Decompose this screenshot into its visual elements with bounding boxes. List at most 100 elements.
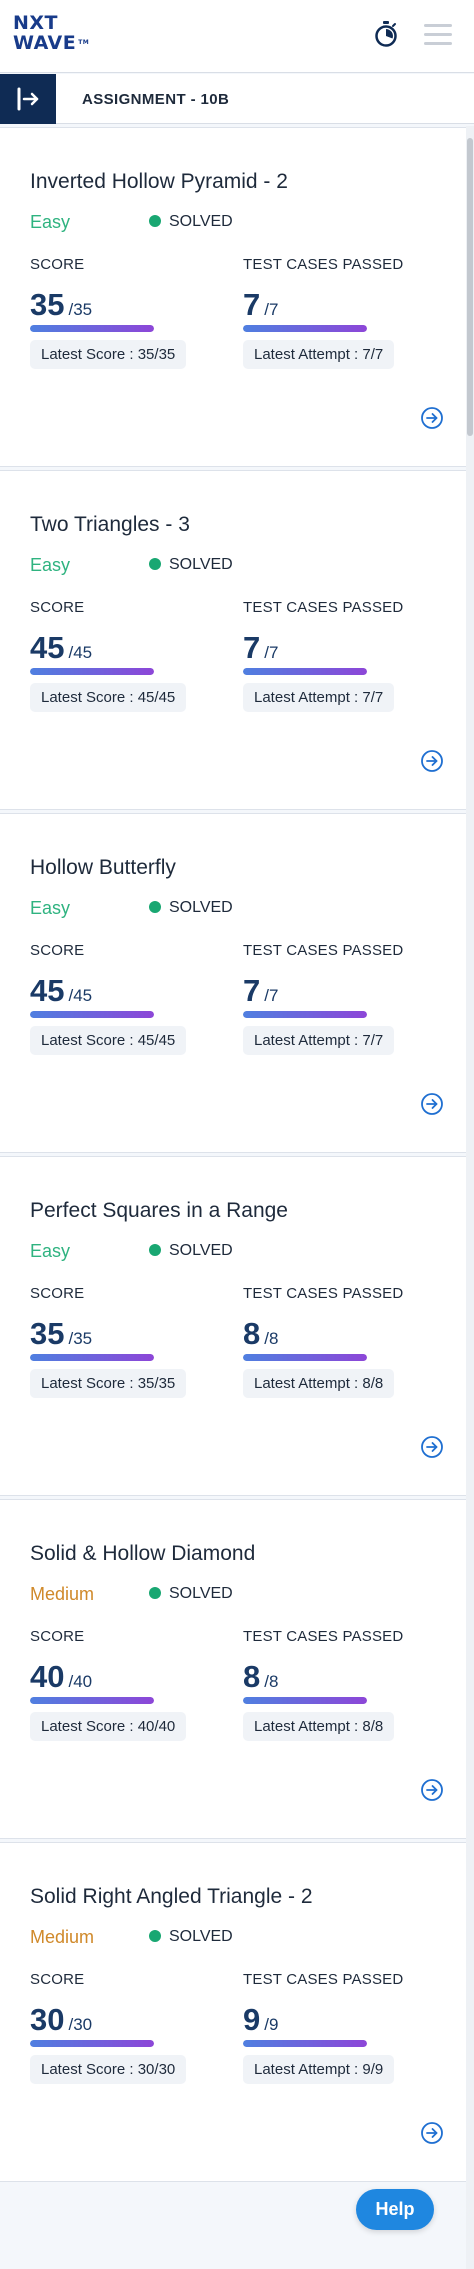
tests-total: /7 xyxy=(264,643,279,662)
problem-title[interactable]: Perfect Squares in a Range xyxy=(30,1199,288,1223)
tests-label: TEST CASES PASSED xyxy=(243,599,404,616)
latest-score-chip: Latest Score : 30/30 xyxy=(30,2055,187,2084)
solved-dot-icon xyxy=(149,558,161,570)
tests-total: /8 xyxy=(264,1672,279,1691)
latest-score-chip: Latest Score : 45/45 xyxy=(30,1026,187,1055)
problem-card[interactable]: Perfect Squares in a Range Easy SOLVED S… xyxy=(0,1156,466,1496)
help-button[interactable]: Help xyxy=(356,2189,434,2230)
tests-progress-bar xyxy=(243,325,367,332)
status-badge: SOLVED xyxy=(149,899,233,917)
tests-progress-fill xyxy=(243,325,367,332)
status-text: SOLVED xyxy=(169,556,233,573)
problem-title[interactable]: Solid & Hollow Diamond xyxy=(30,1542,255,1566)
problem-title[interactable]: Two Triangles - 3 xyxy=(30,513,190,537)
solved-dot-icon xyxy=(149,1244,161,1256)
hamburger-menu-icon[interactable] xyxy=(424,24,452,46)
score-section: SCORE 45/45 Latest Score : 45/45 xyxy=(30,599,230,712)
score-label: SCORE xyxy=(30,1628,85,1645)
problem-title[interactable]: Hollow Butterfly xyxy=(30,856,176,880)
status-text: SOLVED xyxy=(169,1928,233,1945)
score-section: SCORE 35/35 Latest Score : 35/35 xyxy=(30,256,230,369)
score-total: /30 xyxy=(68,2015,93,2034)
tests-label: TEST CASES PASSED xyxy=(243,1971,404,1988)
latest-score-chip: Latest Score : 40/40 xyxy=(30,1712,187,1741)
arrow-right-circle-icon[interactable] xyxy=(420,406,444,430)
status-badge: SOLVED xyxy=(149,1585,233,1603)
tests-section: TEST CASES PASSED 9/9 Latest Attempt : 9… xyxy=(243,1971,443,2084)
score-total: /45 xyxy=(68,643,93,662)
latest-attempt-chip: Latest Attempt : 7/7 xyxy=(243,683,395,712)
problem-card[interactable]: Hollow Butterfly Easy SOLVED SCORE 45/45… xyxy=(0,813,466,1153)
tests-value: 7 xyxy=(243,973,261,1008)
score-total: /45 xyxy=(68,986,93,1005)
latest-score-chip: Latest Score : 45/45 xyxy=(30,683,187,712)
latest-attempt-chip: Latest Attempt : 7/7 xyxy=(243,1026,395,1055)
solved-dot-icon xyxy=(149,1930,161,1942)
score-value: 45 xyxy=(30,973,65,1008)
tests-value: 8 xyxy=(243,1316,261,1351)
problem-title[interactable]: Solid Right Angled Triangle - 2 xyxy=(30,1885,313,1909)
status-badge: SOLVED xyxy=(149,1242,233,1260)
score-progress-fill xyxy=(30,668,154,675)
tests-progress-fill xyxy=(243,2040,367,2047)
score-progress-fill xyxy=(30,1697,154,1704)
tests-progress-fill xyxy=(243,1011,367,1018)
tests-section: TEST CASES PASSED 7/7 Latest Attempt : 7… xyxy=(243,256,443,369)
status-badge: SOLVED xyxy=(149,1928,233,1946)
arrow-right-circle-icon[interactable] xyxy=(420,749,444,773)
tests-progress-bar xyxy=(243,1354,367,1361)
difficulty-label: Easy xyxy=(30,212,71,232)
problem-card[interactable]: Inverted Hollow Pyramid - 2 Easy SOLVED … xyxy=(0,127,466,467)
score-progress-bar xyxy=(30,2040,154,2047)
score-section: SCORE 35/35 Latest Score : 35/35 xyxy=(30,1285,230,1398)
tests-total: /9 xyxy=(264,2015,279,2034)
latest-score-chip: Latest Score : 35/35 xyxy=(30,1369,187,1398)
scrollbar-track[interactable] xyxy=(466,126,474,2269)
problem-card[interactable]: Solid Right Angled Triangle - 2 Medium S… xyxy=(0,1842,466,2182)
score-progress-fill xyxy=(30,2040,154,2047)
problem-card[interactable]: Solid & Hollow Diamond Medium SOLVED SCO… xyxy=(0,1499,466,1839)
score-progress-fill xyxy=(30,1011,154,1018)
arrow-right-circle-icon[interactable] xyxy=(420,2121,444,2145)
status-text: SOLVED xyxy=(169,899,233,916)
status-text: SOLVED xyxy=(169,1242,233,1259)
score-value: 45 xyxy=(30,630,65,665)
tests-value: 9 xyxy=(243,2002,261,2037)
problem-title[interactable]: Inverted Hollow Pyramid - 2 xyxy=(30,170,288,194)
latest-attempt-chip: Latest Attempt : 9/9 xyxy=(243,2055,395,2084)
tests-label: TEST CASES PASSED xyxy=(243,1628,404,1645)
score-value: 35 xyxy=(30,1316,65,1351)
difficulty-label: Easy xyxy=(30,1241,71,1261)
problem-card[interactable]: Two Triangles - 3 Easy SOLVED SCORE 45/4… xyxy=(0,470,466,810)
score-progress-bar xyxy=(30,1697,154,1704)
difficulty-label: Easy xyxy=(30,555,71,575)
score-total: /35 xyxy=(68,1329,93,1348)
score-label: SCORE xyxy=(30,942,85,959)
score-label: SCORE xyxy=(30,1971,85,1988)
difficulty-label: Medium xyxy=(30,1927,95,1947)
assignment-header: ASSIGNMENT - 10B xyxy=(0,74,474,124)
score-value: 40 xyxy=(30,1659,65,1694)
solved-dot-icon xyxy=(149,215,161,227)
arrow-right-circle-icon[interactable] xyxy=(420,1092,444,1116)
tests-progress-bar xyxy=(243,1011,367,1018)
sidebar-toggle-button[interactable] xyxy=(0,74,56,124)
score-progress-bar xyxy=(30,325,154,332)
latest-score-chip: Latest Score : 35/35 xyxy=(30,340,187,369)
score-progress-bar xyxy=(30,1011,154,1018)
logo-tm: TM xyxy=(78,39,90,46)
arrow-right-circle-icon[interactable] xyxy=(420,1778,444,1802)
scrollbar-thumb[interactable] xyxy=(467,138,473,436)
logo-line-2: WAVE xyxy=(13,32,77,54)
top-navbar: NXT WAVE TM xyxy=(0,0,474,73)
tests-label: TEST CASES PASSED xyxy=(243,942,404,959)
score-progress-bar xyxy=(30,1354,154,1361)
nxtwave-logo[interactable]: NXT WAVE TM xyxy=(13,13,103,59)
status-text: SOLVED xyxy=(169,213,233,230)
status-badge: SOLVED xyxy=(149,213,233,231)
tests-value: 7 xyxy=(243,287,261,322)
arrow-right-circle-icon[interactable] xyxy=(420,1435,444,1459)
stopwatch-icon[interactable] xyxy=(373,20,399,48)
solved-dot-icon xyxy=(149,901,161,913)
tests-label: TEST CASES PASSED xyxy=(243,256,404,273)
